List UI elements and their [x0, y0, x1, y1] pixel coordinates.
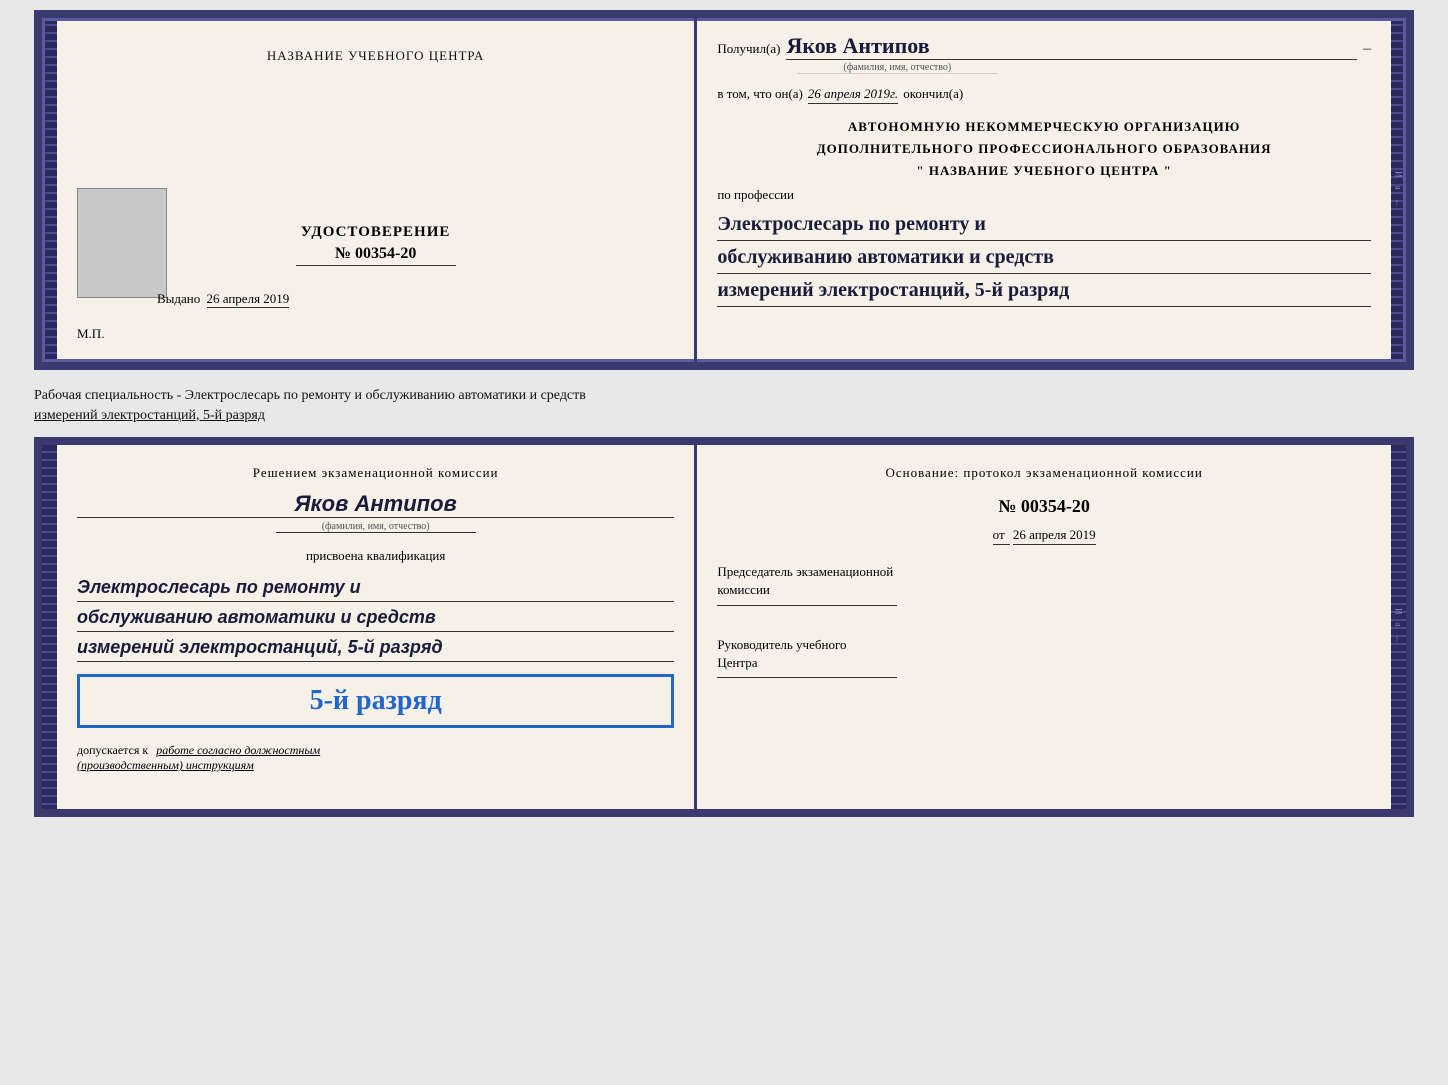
- diploma-book: НАЗВАНИЕ УЧЕБНОГО ЦЕНТРА УДОСТОВЕРЕНИЕ №…: [34, 10, 1414, 370]
- qual-date-row: от 26 апреля 2019: [717, 527, 1371, 543]
- qual-chairman-block: Председатель экзаменационной комиссии: [717, 563, 1371, 615]
- diploma-left-panel: НАЗВАНИЕ УЧЕБНОГО ЦЕНТРА УДОСТОВЕРЕНИЕ №…: [57, 18, 697, 362]
- qual-profession-line1: Электрослесарь по ремонту и: [77, 574, 674, 602]
- received-label: Получил(а): [717, 41, 780, 57]
- qual-profession-line3: измерений электростанций, 5-й разряд: [77, 634, 674, 662]
- org-quote-close: ": [1164, 163, 1172, 178]
- diploma-name-subtitle: (фамилия, имя, отчество): [797, 62, 997, 74]
- diploma-issued-date: 26 апреля 2019: [207, 291, 290, 308]
- qual-date-pre: от: [993, 527, 1010, 545]
- specialty-line2: измерений электростанций, 5-й разряд: [34, 406, 1414, 426]
- diploma-cert-date-row: в том, что он(а) 26 апреля 2019г. окончи…: [717, 86, 1371, 104]
- cert-date: 26 апреля 2019г.: [808, 86, 898, 104]
- diploma-center-name: НАЗВАНИЕ УЧЕБНОГО ЦЕНТРА: [267, 48, 484, 64]
- org-name-line: " НАЗВАНИЕ УЧЕБНОГО ЦЕНТРА ": [717, 160, 1371, 182]
- qual-chairman-signature-line: [717, 605, 897, 606]
- qual-allowed-pre: допускается к: [77, 743, 148, 757]
- qualification-book: Решением экзаменационной комиссии Яков А…: [34, 437, 1414, 817]
- document-container: НАЗВАНИЕ УЧЕБНОГО ЦЕНТРА УДОСТОВЕРЕНИЕ №…: [34, 10, 1414, 817]
- profession-label: по профессии: [717, 187, 1371, 203]
- qual-number: № 00354-20: [717, 496, 1371, 517]
- org-name: НАЗВАНИЕ УЧЕБНОГО ЦЕНТРА: [929, 163, 1160, 178]
- qual-head-signature-line: [717, 677, 897, 678]
- diploma-issued-line: Выдано 26 апреля 2019: [157, 291, 289, 307]
- qual-allowed-work2: (производственным) инструкциям: [77, 758, 674, 773]
- qual-head-line1: Руководитель учебного: [717, 636, 1371, 654]
- qual-spine-right: И а ←: [1391, 445, 1406, 809]
- qual-allowed-line: допускается к работе согласно должностны…: [77, 743, 674, 758]
- qual-name: Яков Антипов: [77, 491, 674, 518]
- profession-line1: Электрослесарь по ремонту и: [717, 208, 1371, 241]
- spine-text: И а ←: [1394, 171, 1404, 210]
- qual-allowed-work: работе согласно должностным: [156, 743, 320, 757]
- qual-right-panel: Основание: протокол экзаменационной коми…: [697, 445, 1391, 809]
- cert-text-pre: в том, что он(а): [717, 86, 803, 102]
- qual-name-subtitle: (фамилия, имя, отчество): [276, 521, 476, 533]
- spine-right: И а ←: [1391, 18, 1406, 362]
- diploma-cert-number: № 00354-20: [296, 245, 456, 266]
- qual-spine-text: И а ←: [1394, 608, 1404, 647]
- diploma-photo: [77, 188, 167, 298]
- org-line1: АВТОНОМНУЮ НЕКОММЕРЧЕСКУЮ ОРГАНИЗАЦИЮ: [717, 116, 1371, 138]
- qual-basis-label: Основание: протокол экзаменационной коми…: [717, 465, 1371, 481]
- qual-title: Решением экзаменационной комиссии: [77, 465, 674, 481]
- diploma-right-panel: Получил(а) Яков Антипов – (фамилия, имя,…: [697, 18, 1391, 362]
- diploma-issued-label: Выдано: [157, 291, 200, 306]
- diploma-cert-label: УДОСТОВЕРЕНИЕ: [296, 224, 456, 241]
- qual-head-line2: Центра: [717, 654, 1371, 672]
- diploma-inner: НАЗВАНИЕ УЧЕБНОГО ЦЕНТРА УДОСТОВЕРЕНИЕ №…: [57, 18, 1391, 362]
- qual-chairman-line1: Председатель экзаменационной: [717, 563, 1371, 581]
- qual-left-panel: Решением экзаменационной комиссии Яков А…: [57, 445, 697, 809]
- qual-inner: Решением экзаменационной комиссии Яков А…: [57, 445, 1391, 809]
- qual-head-block: Руководитель учебного Центра: [717, 636, 1371, 688]
- org-quote-open: ": [916, 163, 924, 178]
- profession-line2: обслуживанию автоматики и средств: [717, 241, 1371, 274]
- qual-date: 26 апреля 2019: [1013, 527, 1096, 545]
- specialty-line1: Рабочая специальность - Электрослесарь п…: [34, 386, 1414, 406]
- specialty-text-block: Рабочая специальность - Электрослесарь п…: [34, 378, 1414, 429]
- org-line2: ДОПОЛНИТЕЛЬНОГО ПРОФЕССИОНАЛЬНОГО ОБРАЗО…: [717, 138, 1371, 160]
- profession-line3: измерений электростанций, 5-й разряд: [717, 274, 1371, 307]
- qual-spine-left: [42, 445, 57, 809]
- diploma-name-row: Получил(а) Яков Антипов –: [717, 33, 1371, 60]
- spine-left: [42, 18, 57, 362]
- diploma-recipient-name: Яков Антипов: [786, 33, 1357, 60]
- qual-assigned-label: присвоена квалификация: [77, 548, 674, 564]
- qual-rank-badge: 5-й разряд: [77, 674, 674, 728]
- diploma-org-block: АВТОНОМНУЮ НЕКОММЕРЧЕСКУЮ ОРГАНИЗАЦИЮ ДО…: [717, 116, 1371, 182]
- diploma-dash: –: [1363, 40, 1371, 58]
- qual-chairman-line2: комиссии: [717, 581, 1371, 599]
- cert-date-post: окончил(а): [903, 86, 963, 102]
- diploma-mp: М.П.: [77, 326, 104, 342]
- qual-profession-line2: обслуживанию автоматики и средств: [77, 604, 674, 632]
